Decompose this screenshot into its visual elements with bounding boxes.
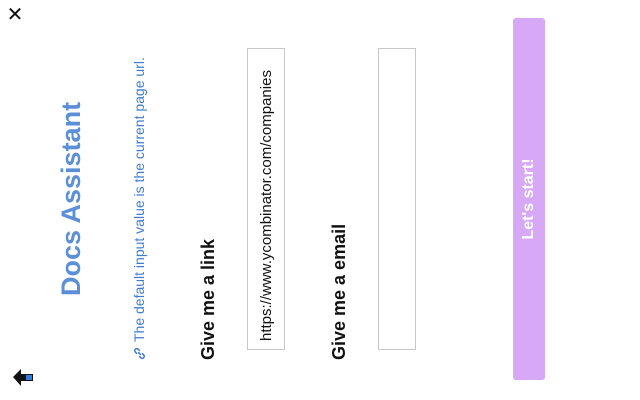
- popup-content: Docs Assistant The default input value i…: [0, 0, 640, 400]
- page-title: Docs Assistant: [56, 101, 86, 296]
- assistant-popup: ✕ Docs Assistant The default input value…: [0, 0, 640, 400]
- link-label: Give me a link: [198, 238, 218, 360]
- hint-text: The default input value is the current p…: [131, 57, 147, 342]
- email-input[interactable]: [378, 48, 416, 350]
- link-input[interactable]: [247, 48, 285, 350]
- email-label: Give me a email: [329, 223, 349, 360]
- start-button[interactable]: Let's start!: [513, 18, 545, 380]
- url-hint: The default input value is the current p…: [131, 57, 147, 360]
- link-icon: [133, 347, 146, 360]
